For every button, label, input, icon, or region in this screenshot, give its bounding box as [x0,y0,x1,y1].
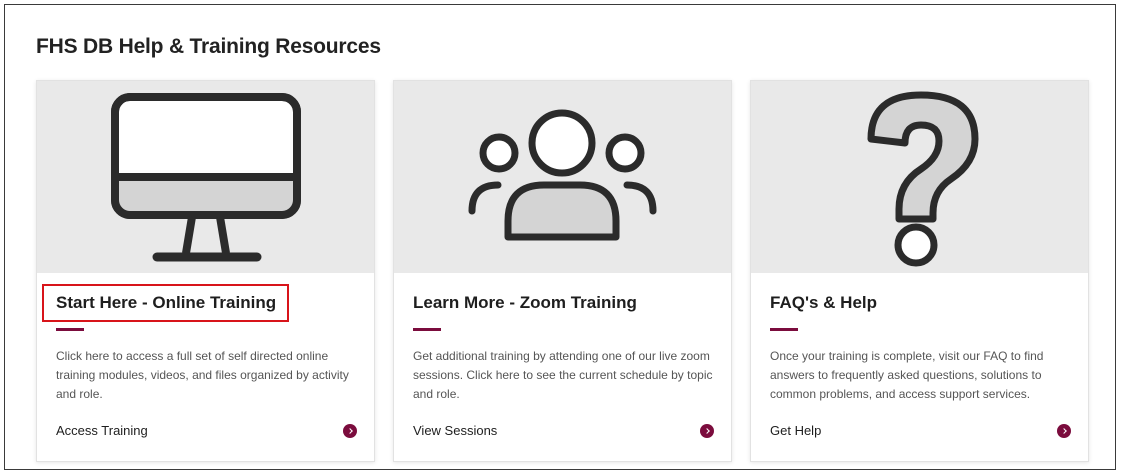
resources-panel: FHS DB Help & Training Resources Start H… [4,4,1116,470]
highlight-box [42,284,289,322]
arrow-right-icon[interactable] [343,424,357,438]
arrow-right-icon[interactable] [700,424,714,438]
card-faq-help[interactable]: FAQ's & Help Once your training is compl… [750,80,1089,462]
card-title[interactable]: Learn More - Zoom Training [413,293,637,313]
card-description: Get additional training by attending one… [413,349,713,401]
card-online-training[interactable]: Start Here - Online Training Click here … [36,80,375,462]
users-group-icon [468,109,657,241]
title-accent-bar [413,328,441,331]
card-title[interactable]: FAQ's & Help [770,293,877,313]
card-hero [394,81,731,273]
arrow-right-icon[interactable] [1057,424,1071,438]
card-hero [751,81,1088,273]
title-accent-bar [56,328,84,331]
access-training-link[interactable]: Access Training [56,423,148,438]
title-accent-bar [770,328,798,331]
card-description: Once your training is complete, visit ou… [770,349,1044,401]
get-help-link[interactable]: Get Help [770,423,821,438]
page-title: FHS DB Help & Training Resources [36,35,381,58]
card-description: Click here to access a full set of self … [56,349,349,401]
card-zoom-training[interactable]: Learn More - Zoom Training Get additiona… [393,80,732,462]
monitor-icon [111,93,301,262]
card-hero [37,81,374,273]
view-sessions-link[interactable]: View Sessions [413,423,497,438]
question-mark-icon [867,91,979,267]
